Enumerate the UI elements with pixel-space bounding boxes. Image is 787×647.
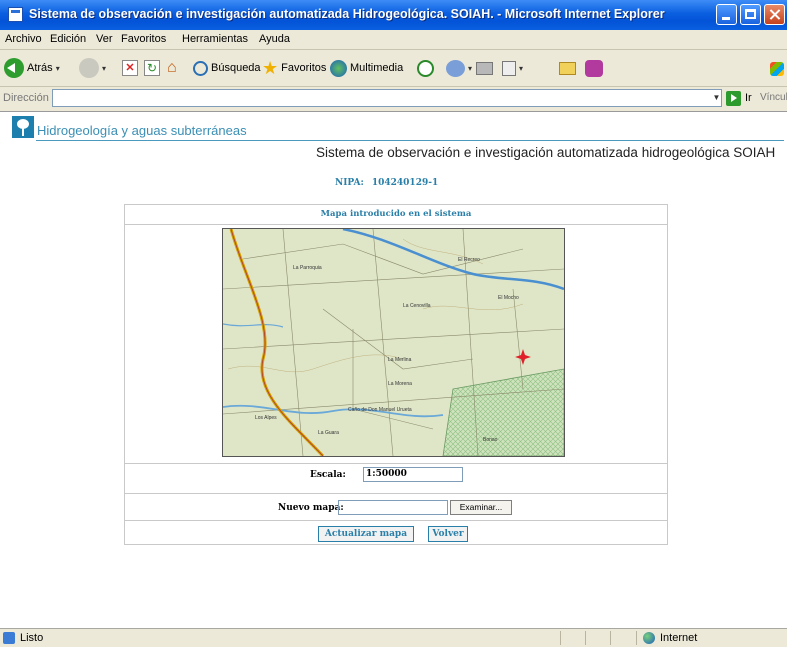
page-content: Hidrogeología y aguas subterráneas Siste… (0, 111, 787, 628)
messenger-button[interactable] (585, 57, 603, 79)
panel-title: Mapa introducido en el sistema (320, 209, 472, 219)
go-icon[interactable] (726, 91, 741, 106)
title-bar: Sistema de observación e investigación a… (0, 0, 787, 30)
update-map-button[interactable]: Actualizar mapa (318, 526, 414, 542)
mail-icon (446, 59, 465, 77)
ie-window-icon[interactable] (8, 7, 23, 22)
history-icon (417, 59, 434, 77)
media-button[interactable]: Multimedia (330, 57, 403, 79)
menu-edicion[interactable]: Edición (50, 33, 86, 45)
nipa-label: NIPA: (335, 178, 364, 188)
maximize-button[interactable] (740, 4, 761, 25)
mail-dropdown-icon[interactable]: ▾ (468, 64, 472, 73)
home-button[interactable]: ⌂ (167, 57, 185, 79)
back-button[interactable]: Atrás ▾ (4, 57, 60, 79)
address-dropdown-icon[interactable]: ▼ (712, 90, 721, 106)
history-button[interactable] (417, 57, 434, 79)
menu-favoritos[interactable]: Favoritos (121, 33, 166, 45)
system-title: Sistema de observación e investigación a… (316, 145, 776, 160)
map-row: La Parroquia El Recreo La Cenovilla El M… (125, 224, 667, 463)
search-icon (193, 60, 208, 76)
edit-dropdown-icon[interactable]: ▾ (519, 64, 523, 73)
address-bar: Dirección ▼ Ir Vínculos (0, 87, 787, 110)
minimize-button[interactable] (716, 4, 737, 25)
address-input[interactable] (52, 89, 722, 107)
mail-button[interactable]: ▾ (446, 57, 472, 79)
favorites-button[interactable]: ★ Favoritos (262, 57, 326, 79)
internet-zone-icon (643, 632, 655, 644)
back-dropdown-icon[interactable]: ▾ (56, 64, 60, 73)
site-name: Hidrogeología y aguas subterráneas (37, 123, 247, 138)
topographic-map-image: La Parroquia El Recreo La Cenovilla El M… (222, 228, 565, 457)
refresh-icon: ↻ (144, 60, 160, 76)
printer-icon (476, 61, 493, 75)
folder-icon (559, 61, 576, 75)
print-button[interactable] (476, 57, 493, 79)
close-button[interactable] (764, 4, 785, 25)
page-status-icon (3, 632, 15, 644)
folder-button[interactable] (559, 57, 576, 79)
go-button[interactable]: Ir (745, 92, 752, 104)
stop-button[interactable]: ✕ (122, 57, 138, 79)
map-label: Bonao (483, 437, 498, 443)
new-map-row: Nuevo mapa: Examinar... (125, 493, 667, 520)
actions-row: Actualizar mapa Volver (125, 520, 667, 544)
new-map-file-input[interactable] (338, 500, 448, 515)
scale-input[interactable]: 1:50000 (363, 467, 463, 482)
edit-button[interactable]: ▾ (502, 57, 523, 79)
standard-toolbar: Atrás ▾ ▾ ✕ ↻ ⌂ Búsqueda ★ Favoritos Mul… (0, 50, 787, 87)
forward-dropdown-icon[interactable]: ▾ (102, 64, 106, 73)
map-panel: Mapa introducido en el sistema La Parroq… (124, 204, 668, 545)
map-label: La Parroquia (293, 265, 322, 271)
security-zone: Internet (660, 632, 698, 644)
scale-row: Escala: 1:50000 (125, 463, 667, 493)
star-icon: ★ (262, 58, 279, 78)
menu-bar: Archivo Edición Ver Favoritos Herramient… (0, 30, 787, 76)
scale-label: Escala: (310, 470, 346, 480)
status-bar: Listo Internet (0, 628, 787, 647)
map-label: Los Alpes (255, 415, 277, 421)
header-divider (36, 140, 784, 141)
map-label: La Morena (388, 381, 412, 387)
refresh-button[interactable]: ↻ (144, 57, 160, 79)
nipa-line: NIPA: 104240129-1 (335, 178, 438, 188)
links-button[interactable]: Vínculos (760, 92, 787, 103)
map-label: El Mocho (498, 295, 519, 301)
home-icon: ⌂ (167, 59, 177, 76)
window-title: Sistema de observación e investigación a… (29, 7, 665, 21)
forward-button[interactable]: ▾ (79, 57, 106, 79)
menu-ayuda[interactable]: Ayuda (259, 33, 290, 45)
tree-logo-icon (12, 116, 34, 138)
forward-arrow-icon (79, 58, 99, 78)
edit-icon (502, 60, 516, 76)
menu-archivo[interactable]: Archivo (5, 33, 42, 45)
back-arrow-icon (4, 58, 24, 78)
map-label: La Guara (318, 430, 339, 436)
menu-ver[interactable]: Ver (96, 33, 113, 45)
map-label: La Merlina (388, 357, 412, 363)
status-text: Listo (20, 632, 44, 644)
address-label: Dirección (3, 92, 49, 104)
nipa-value: 104240129-1 (371, 178, 439, 188)
map-label: Caño de Don Manuel Urueta (348, 407, 412, 413)
map-label: La Cenovilla (403, 303, 431, 309)
messenger-icon (585, 59, 603, 77)
browse-button[interactable]: Examinar... (450, 500, 512, 515)
back-page-button[interactable]: Volver (428, 526, 468, 542)
map-label: El Recreo (458, 257, 480, 263)
media-icon (330, 59, 347, 77)
stop-icon: ✕ (122, 60, 138, 76)
menu-herramientas[interactable]: Herramientas (182, 33, 248, 45)
new-map-label: Nuevo mapa: (278, 503, 344, 513)
search-button[interactable]: Búsqueda (193, 57, 261, 79)
